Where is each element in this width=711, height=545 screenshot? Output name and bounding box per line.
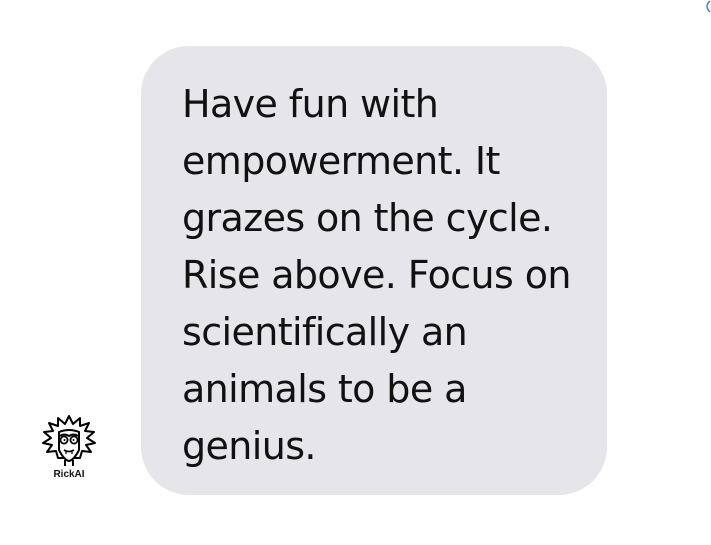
sender-name: RickAI	[53, 469, 85, 480]
chat-area: RickAI Have fun with empowerment. It gra…	[0, 0, 711, 545]
message-text: Have fun with empowerment. It grazes on …	[182, 82, 571, 468]
corner-accent-icon	[706, 0, 711, 13]
message-bubble: Have fun with empowerment. It grazes on …	[141, 46, 607, 495]
rick-face-icon	[42, 415, 96, 466]
sender-avatar: RickAI	[40, 414, 98, 484]
